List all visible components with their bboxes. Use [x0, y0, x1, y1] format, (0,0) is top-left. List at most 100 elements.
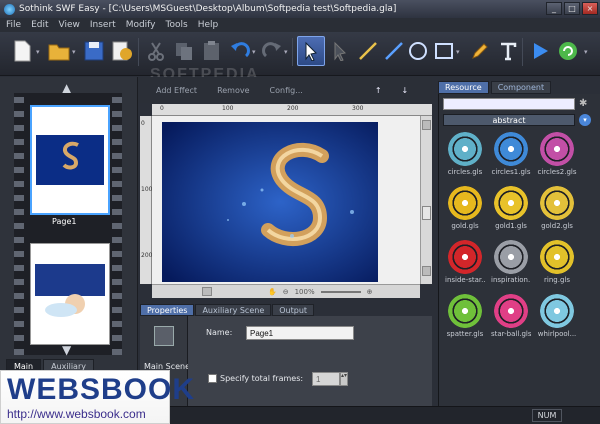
resource-thumbnail-icon [540, 294, 574, 328]
menu-edit[interactable]: Edit [31, 20, 48, 30]
redo-dropdown-arrow[interactable]: ▾ [284, 48, 290, 56]
export-icon[interactable] [108, 36, 136, 66]
redo-icon[interactable] [258, 36, 286, 66]
resource-item[interactable]: inside-star... [445, 240, 485, 290]
tab-resource[interactable]: Resource [438, 81, 489, 94]
ruler-tick-label: 300 [352, 105, 364, 112]
refresh-dropdown-arrow[interactable]: ▾ [584, 48, 590, 56]
vertical-scrollbar[interactable] [420, 116, 432, 284]
select-arrow-icon[interactable] [297, 36, 325, 66]
menu-file[interactable]: File [6, 20, 21, 30]
tab-component[interactable]: Component [490, 81, 552, 94]
new-icon[interactable] [8, 36, 36, 66]
resource-item[interactable]: ring.gls [537, 240, 577, 290]
menu-modify[interactable]: Modify [126, 20, 156, 30]
resource-search-input[interactable] [443, 98, 575, 110]
resource-item[interactable]: inspiration... [491, 240, 531, 290]
resource-thumbnail-icon [448, 186, 482, 220]
new-dropdown-arrow[interactable]: ▾ [36, 48, 42, 56]
resource-item[interactable]: circles2.gls [537, 132, 577, 182]
resource-label: inspiration... [491, 276, 531, 284]
category-dropdown-icon[interactable]: ▾ [579, 114, 591, 126]
text-icon[interactable] [494, 36, 522, 66]
resource-item[interactable]: circles1.gls [491, 132, 531, 182]
add-effect-button[interactable]: Add Effect [156, 86, 197, 95]
vertical-ruler: 0 100 200 [140, 116, 152, 284]
refresh-icon[interactable] [554, 36, 582, 66]
specify-frames-checkbox[interactable] [208, 374, 217, 383]
scroll-down-arrow[interactable]: ▼ [62, 343, 71, 357]
zoom-in-icon[interactable]: ⊕ [367, 288, 373, 296]
search-option-icon[interactable]: ✱ [579, 98, 587, 109]
tab-properties[interactable]: Properties [140, 304, 195, 316]
ruler-tick-label: 0 [141, 120, 145, 127]
open-dropdown-arrow[interactable]: ▾ [72, 48, 78, 56]
ruler-tick-label: 100 [141, 186, 153, 193]
hand-tool-icon[interactable]: ✋ [268, 288, 277, 296]
properties-body: Name: Specify total frames: ▴▾ [188, 316, 432, 406]
resource-label: gold.gls [451, 222, 479, 230]
tab-output[interactable]: Output [272, 304, 315, 316]
resource-label: circles2.gls [537, 168, 577, 176]
ellipse-icon[interactable] [404, 36, 432, 66]
menu-bar: File Edit View Insert Modify Tools Help [0, 18, 600, 32]
ruler-tick-label: 200 [287, 105, 299, 112]
resource-item[interactable]: spatter.gls [445, 294, 485, 344]
paste-icon[interactable] [198, 36, 226, 66]
move-up-arrow-icon[interactable]: ↑ [375, 86, 382, 95]
resource-thumbnail-icon [448, 294, 482, 328]
save-icon[interactable] [80, 36, 108, 66]
watermark-url: http://www.websbook.com [7, 407, 146, 421]
cut-icon[interactable] [142, 36, 170, 66]
frames-field[interactable] [312, 372, 340, 386]
config-button[interactable]: Config... [270, 86, 303, 95]
frames-spinner[interactable]: ▴▾ [340, 372, 348, 386]
scroll-down-button[interactable] [422, 266, 431, 276]
vertical-scroll-thumb[interactable] [422, 206, 431, 220]
name-field[interactable] [246, 326, 354, 340]
scroll-up-button[interactable] [422, 120, 431, 130]
menu-tools[interactable]: Tools [166, 20, 188, 30]
menu-view[interactable]: View [59, 20, 80, 30]
effect-toolbar: Add Effect Remove Config... ↑ ↓ [138, 77, 432, 103]
rectangle-dropdown-arrow[interactable]: ▾ [456, 48, 462, 56]
close-button[interactable]: × [582, 2, 598, 15]
horizontal-scroll-thumb[interactable] [202, 287, 212, 296]
subselect-icon[interactable] [327, 36, 355, 66]
resource-label: spatter.gls [446, 330, 484, 338]
play-icon[interactable] [526, 36, 554, 66]
undo-icon[interactable] [226, 36, 254, 66]
websbook-watermark: WEBSBOOK http://www.websbook.com [0, 370, 194, 424]
resource-item[interactable]: star-ball.gls [491, 294, 531, 344]
main-toolbar: ▾ ▾ SOFTPEDIA ▾ ▾ ▾ ▾ [0, 32, 600, 83]
copy-icon[interactable] [170, 36, 198, 66]
line-icon[interactable] [354, 36, 382, 66]
menu-insert[interactable]: Insert [90, 20, 116, 30]
resource-item[interactable]: circles.gls [445, 132, 485, 182]
resource-item[interactable]: gold2.gls [537, 186, 577, 236]
properties-tab-bar: Properties Auxiliary Scene Output [140, 304, 432, 316]
tab-auxiliary-scene[interactable]: Auxiliary Scene [195, 304, 272, 316]
category-select[interactable]: abstract [443, 114, 575, 126]
rectangle-icon[interactable] [430, 36, 458, 66]
menu-help[interactable]: Help [198, 20, 219, 30]
minimize-button[interactable]: _ [546, 2, 562, 15]
move-down-arrow-icon[interactable]: ↓ [402, 86, 409, 95]
open-icon[interactable] [45, 36, 73, 66]
resource-item[interactable]: gold.gls [445, 186, 485, 236]
page-thumbnail[interactable] [30, 243, 110, 345]
resource-label: gold2.gls [541, 222, 573, 230]
pencil-icon[interactable] [466, 36, 494, 66]
maximize-button[interactable]: □ [564, 2, 580, 15]
resource-tab-bar: Resource Component [438, 81, 600, 94]
zoom-slider[interactable] [320, 290, 361, 293]
resource-thumbnail-icon [494, 186, 528, 220]
resource-item[interactable]: whirlpool... [537, 294, 577, 344]
resource-item[interactable]: gold1.gls [491, 186, 531, 236]
canvas-stage[interactable] [152, 116, 420, 284]
horizontal-scrollbar[interactable]: ✋ ⊖ 100% ⊕ [152, 284, 420, 298]
zoom-out-icon[interactable]: ⊖ [283, 288, 289, 296]
remove-button[interactable]: Remove [217, 86, 249, 95]
page-thumbnail-selected[interactable] [30, 105, 110, 215]
resource-thumbnail-icon [448, 240, 482, 274]
